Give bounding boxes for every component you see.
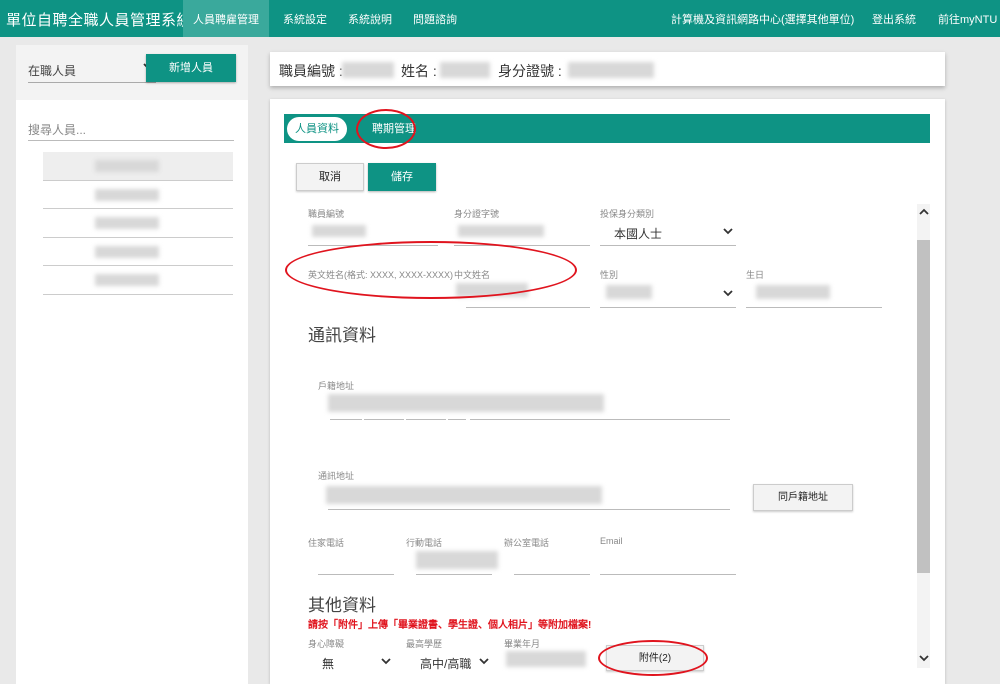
gender-label: 性別 <box>600 270 619 280</box>
nav-item-system-help[interactable]: 系統說明 <box>348 11 392 27</box>
email-label: Email <box>600 536 623 546</box>
nav-item-logout[interactable]: 登出系統 <box>872 11 916 27</box>
mail-addr-value <box>326 486 602 504</box>
app-title: 單位自聘全職人員管理系統 <box>6 12 193 29</box>
mail-addr-label: 通訊地址 <box>318 471 355 481</box>
grad-date-value <box>506 651 586 667</box>
household-addr-street[interactable] <box>470 419 730 420</box>
emp-no-value <box>342 62 394 78</box>
nav-item-hr-management[interactable]: 人員聘雇管理 <box>183 0 269 37</box>
emp-no-field-label: 職員編號 <box>308 209 345 219</box>
mobile-label: 行動電話 <box>406 538 443 548</box>
insure-type-select[interactable] <box>600 245 736 246</box>
add-person-button[interactable]: 新增人員 <box>146 54 236 82</box>
id-label: 身分證號 : <box>498 63 562 79</box>
id-no-field-value <box>458 225 544 237</box>
person-info-header: 職員編號 : 姓名 : 身分證號 : <box>270 52 945 86</box>
chevron-down-icon <box>722 225 734 240</box>
people-sidebar: 在職人員 新增人員 搜尋人員... <box>16 45 248 684</box>
mobile-field[interactable] <box>416 574 492 575</box>
emp-no-field-value <box>312 225 366 237</box>
contact-section-title: 通訊資料 <box>308 326 376 345</box>
gender-value <box>606 285 652 299</box>
highlight-ellipse <box>598 640 708 676</box>
chevron-up-icon[interactable] <box>917 206 930 221</box>
form-area: 職員編號 身分證字號 投保身分類別 本國人士 英文姓名(格式: XXXX, XX… <box>284 199 930 684</box>
upload-hint: 請按「附件」上傳「畢業證書、學生證、個人相片」等附加檔案! <box>308 620 592 631</box>
education-value: 高中/高職 <box>420 657 472 671</box>
insure-type-label: 投保身分類別 <box>600 209 655 219</box>
id-value <box>568 62 654 78</box>
home-phone-label: 住家電話 <box>308 538 345 548</box>
chevron-down-icon <box>722 287 734 302</box>
chevron-down-icon <box>380 655 392 670</box>
household-addr-value <box>328 394 604 412</box>
cn-name-field[interactable] <box>466 307 590 308</box>
status-select-value: 在職人員 <box>28 64 77 78</box>
top-nav-bar: 單位自聘全職人員管理系統 人員聘雇管理 系統設定 系統說明 問題諮詢 計算機及資… <box>0 0 1000 37</box>
mobile-value <box>416 551 498 569</box>
birthday-value <box>756 285 830 299</box>
person-form-panel: 人員資料 聘期管理 取消 儲存 職員編號 身分證字號 投保身分類別 本國人士 英… <box>270 99 945 684</box>
chevron-down-icon[interactable] <box>917 652 930 667</box>
list-item[interactable] <box>43 238 233 266</box>
id-no-field-label: 身分證字號 <box>454 209 500 219</box>
office-phone-label: 辦公室電話 <box>504 538 550 548</box>
education-label: 最高學歷 <box>406 639 443 649</box>
household-addr-neighbor[interactable] <box>448 419 466 420</box>
nav-item-unit-select[interactable]: 計算機及資訊網路中心(選擇其他單位) <box>671 11 854 27</box>
status-select[interactable]: 在職人員 <box>28 57 156 83</box>
insure-type-value: 本國人士 <box>614 227 663 241</box>
highlight-ellipse <box>285 241 577 299</box>
email-field[interactable] <box>600 574 736 575</box>
home-phone-field[interactable] <box>318 574 394 575</box>
household-addr-district[interactable] <box>364 419 404 420</box>
list-item[interactable] <box>43 266 233 295</box>
gender-select[interactable] <box>600 307 736 308</box>
person-search-input[interactable]: 搜尋人員... <box>28 117 234 141</box>
sidebar-header: 在職人員 新增人員 <box>16 45 248 100</box>
list-item[interactable] <box>43 181 233 209</box>
nav-item-myntu[interactable]: 前往myNTU <box>938 11 997 27</box>
grad-date-label: 畢業年月 <box>504 639 541 649</box>
birthday-label: 生日 <box>746 270 765 280</box>
household-addr-label: 戶籍地址 <box>318 381 355 391</box>
other-section-title: 其他資料 <box>308 596 376 615</box>
mail-addr-field[interactable] <box>328 509 730 510</box>
chevron-down-icon <box>478 655 490 670</box>
highlight-ellipse <box>356 109 416 149</box>
office-phone-field[interactable] <box>514 574 590 575</box>
birthday-field[interactable] <box>746 307 882 308</box>
nav-item-system-settings[interactable]: 系統設定 <box>283 11 327 27</box>
scrollbar-thumb[interactable] <box>917 240 930 573</box>
name-label: 姓名 : <box>401 63 437 79</box>
save-button[interactable]: 儲存 <box>368 163 436 191</box>
list-item[interactable] <box>43 152 233 181</box>
nav-item-faq[interactable]: 問題諮詢 <box>413 11 457 27</box>
person-list <box>43 152 233 295</box>
same-as-household-button[interactable]: 同戶籍地址 <box>753 484 853 511</box>
disability-value: 無 <box>322 657 335 671</box>
tab-person-data[interactable]: 人員資料 <box>287 117 347 141</box>
household-addr-village[interactable] <box>406 419 446 420</box>
cancel-button[interactable]: 取消 <box>296 163 364 191</box>
emp-no-label: 職員編號 : <box>279 63 343 79</box>
disability-label: 身心障礙 <box>308 639 345 649</box>
form-scrollbar[interactable] <box>917 204 930 668</box>
list-item[interactable] <box>43 209 233 238</box>
household-addr-city[interactable] <box>330 419 362 420</box>
name-value <box>440 62 490 78</box>
